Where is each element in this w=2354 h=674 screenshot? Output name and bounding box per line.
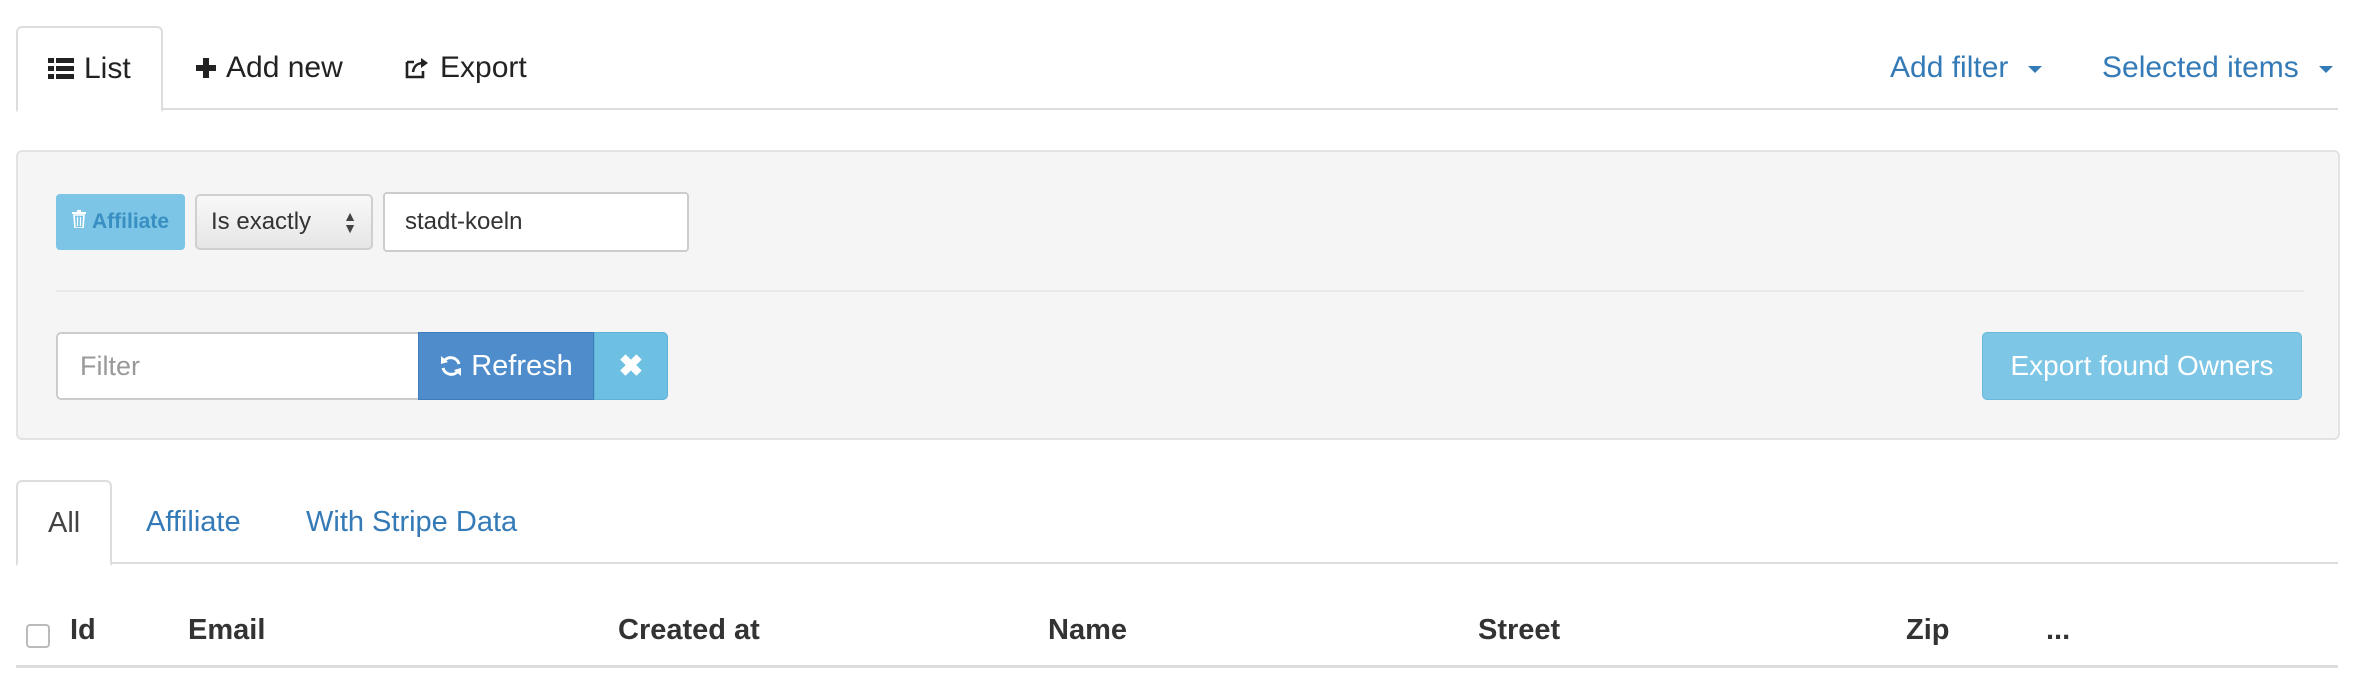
scope-tab-label: With Stripe Data xyxy=(306,505,518,538)
column-header-name[interactable]: Name xyxy=(1048,614,1127,647)
scope-tabs: All Affiliate With Stripe Data xyxy=(16,480,2338,566)
tab-add-new-label: Add new xyxy=(226,51,343,84)
export-found-owners-button[interactable]: Export found Owners xyxy=(1982,332,2302,400)
plus-icon xyxy=(196,58,216,78)
refresh-button[interactable]: Refresh xyxy=(418,332,594,400)
scope-tab-affiliate[interactable]: Affiliate xyxy=(146,480,241,564)
filter-panel: Affiliate Is exactly ▲ ▼ stadt-koeln Filt… xyxy=(16,150,2340,440)
refresh-label: Refresh xyxy=(471,349,573,382)
list-icon xyxy=(48,58,74,80)
scope-tab-all[interactable]: All xyxy=(16,480,113,566)
remove-filter-button[interactable]: Affiliate xyxy=(56,194,186,250)
column-header-more[interactable]: ... xyxy=(2046,614,2070,647)
share-icon xyxy=(404,56,430,80)
trash-icon xyxy=(72,210,86,234)
filter-value-text: stadt-koeln xyxy=(405,208,523,235)
select-all-checkbox[interactable] xyxy=(26,624,50,648)
tab-export[interactable]: Export xyxy=(404,26,527,110)
search-input[interactable]: Filter xyxy=(56,332,418,400)
active-filter-row: Affiliate Is exactly ▲ ▼ stadt-koeln xyxy=(56,192,690,252)
add-filter-label: Add filter xyxy=(1890,51,2009,84)
column-header-street[interactable]: Street xyxy=(1478,614,1560,647)
export-found-label: Export found Owners xyxy=(2010,350,2274,381)
search-row: Filter Refresh ✖ xyxy=(56,332,668,400)
scope-tab-label: All xyxy=(48,506,81,539)
column-header-zip[interactable]: Zip xyxy=(1906,614,1950,647)
operator-value: Is exactly xyxy=(211,208,312,235)
filter-tag-label: Affiliate xyxy=(92,210,170,233)
scope-tab-with-stripe-data[interactable]: With Stripe Data xyxy=(306,480,517,564)
column-header-id[interactable]: Id xyxy=(70,614,96,647)
caret-down-icon xyxy=(2028,65,2043,73)
filter-value-input[interactable]: stadt-koeln xyxy=(383,192,690,252)
top-nav: List Add new Export Add filter Selected … xyxy=(16,26,2338,112)
refresh-icon xyxy=(439,354,463,378)
close-icon: ✖ xyxy=(618,349,644,383)
select-arrows-icon: ▲ ▼ xyxy=(343,208,358,236)
caret-down-icon xyxy=(2318,65,2333,73)
clear-button[interactable]: ✖ xyxy=(594,332,668,400)
search-placeholder: Filter xyxy=(80,350,140,381)
tab-list-label: List xyxy=(84,52,131,85)
table-header: Id Email Created at Name Street Zip ... xyxy=(16,606,2338,668)
column-header-created-at[interactable]: Created at xyxy=(618,614,760,647)
tab-export-label: Export xyxy=(440,51,527,84)
add-filter-dropdown[interactable]: Add filter xyxy=(1890,26,2043,110)
selected-items-dropdown[interactable]: Selected items xyxy=(2102,26,2333,110)
operator-select[interactable]: Is exactly ▲ ▼ xyxy=(195,194,374,250)
divider xyxy=(56,290,2304,292)
tab-add-new[interactable]: Add new xyxy=(196,26,343,110)
selected-items-label: Selected items xyxy=(2102,51,2299,84)
tab-list[interactable]: List xyxy=(16,26,163,112)
column-header-email[interactable]: Email xyxy=(188,614,265,647)
scope-tab-label: Affiliate xyxy=(146,505,241,538)
